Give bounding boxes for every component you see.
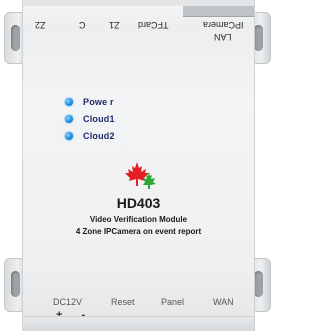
- led-indicator-icon: [65, 115, 73, 123]
- port-label-reset: Reset: [111, 297, 135, 307]
- port-label-wan: WAN: [213, 297, 234, 307]
- mounting-slot: [254, 271, 263, 297]
- port-label-panel: Panel: [161, 297, 185, 307]
- connector-label-z1: Z1: [109, 20, 120, 30]
- led-label: Cloud1: [83, 114, 115, 124]
- mounting-slot: [11, 25, 20, 51]
- led-indicator-icon: [65, 98, 73, 106]
- port-label-dc12v: DC12V: [53, 297, 83, 307]
- connector-label-tfcard: TFCard: [138, 20, 169, 30]
- lan-port: [183, 6, 254, 17]
- led-label: Powe r: [83, 97, 114, 107]
- led-cloud1: Cloud1: [65, 114, 115, 124]
- mounting-slot: [11, 271, 20, 297]
- mounting-slot: [254, 25, 263, 51]
- connector-label-z2: Z2: [35, 20, 46, 30]
- top-connector-labels: Z2 C Z1 TFCard IPCamera LAN: [23, 20, 254, 50]
- bottom-edge: [23, 316, 254, 331]
- led-cloud2: Cloud2: [65, 131, 115, 141]
- connector-label-c: C: [79, 20, 86, 30]
- led-label: Cloud2: [83, 131, 115, 141]
- led-indicator-icon: [65, 132, 73, 140]
- connector-label-ipcamera: IPCamera: [203, 20, 244, 30]
- connector-label-lan: LAN: [214, 32, 232, 42]
- product-feature: 4 Zone IPCamera on event report: [75, 227, 202, 236]
- product-description: Video Verification Module: [89, 215, 188, 224]
- device-body: Z2 C Z1 TFCard IPCamera LAN Powe r Cloud…: [22, 0, 255, 331]
- product-model: HD403: [116, 195, 161, 211]
- maple-leaf-icon: [125, 162, 156, 189]
- device-photo: Z2 C Z1 TFCard IPCamera LAN Powe r Cloud…: [0, 0, 275, 331]
- led-power: Powe r: [65, 97, 114, 107]
